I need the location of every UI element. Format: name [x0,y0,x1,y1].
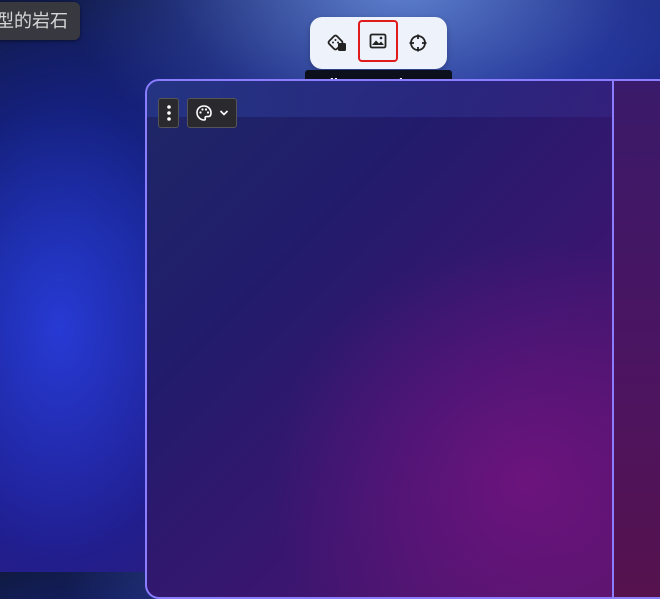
card-side-panel [612,81,660,597]
edit-accent-image-button[interactable] [358,20,398,62]
chevron-down-icon [219,110,229,116]
theme-card [145,79,660,599]
window-title-chip[interactable]: 型的岩石 [0,2,80,40]
more-options-button[interactable] [158,98,179,128]
dice-icon [327,34,346,51]
crosshair-icon [409,34,427,52]
palette-icon [196,105,212,121]
focal-point-button[interactable] [399,25,437,61]
image-icon [369,33,387,49]
palette-dropdown-button[interactable] [187,98,237,128]
more-vertical-icon [166,105,171,121]
floating-toolbar [310,17,447,69]
randomize-button[interactable] [319,25,357,61]
